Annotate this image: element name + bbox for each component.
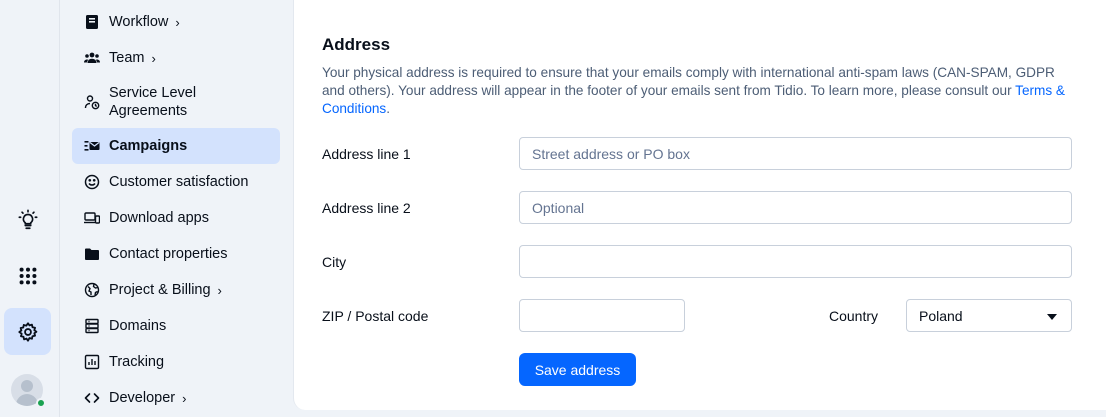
country-label: Country [829,308,879,324]
nav-item-team[interactable]: Team › [72,40,280,76]
sla-icon [84,94,100,110]
address-panel: Address Your physical address is require… [293,0,1106,410]
domains-icon [84,318,100,334]
nav-item-workflow[interactable]: Workflow › [72,4,280,40]
chevron-right-icon: › [151,50,156,66]
chevron-right-icon: › [175,14,180,30]
city-label: City [322,254,347,270]
nav-item-campaigns[interactable]: Campaigns [72,128,280,164]
icon-rail [0,0,60,417]
zip-input[interactable] [519,299,685,332]
country-select[interactable]: Poland [906,299,1072,332]
nav-item-developer[interactable]: Developer › [72,380,280,416]
nav-item-label: Customer satisfaction [109,174,249,190]
nav-item-sla[interactable]: Service Level Agreements [72,80,280,124]
nav-item-label: Contact properties [109,246,228,262]
save-address-button[interactable]: Save address [519,353,636,386]
nav-item-download-apps[interactable]: Download apps [72,200,280,236]
settings-nav: Workflow › Team › Service Level Agreemen… [61,0,293,417]
apps-grid-icon[interactable] [4,252,51,299]
nav-item-project-billing[interactable]: Project & Billing › [72,272,280,308]
nav-item-tracking[interactable]: Tracking [72,344,280,380]
nav-item-domains[interactable]: Domains [72,308,280,344]
section-title: Address [322,35,391,54]
city-input[interactable] [519,245,1072,278]
online-status-dot [36,398,46,408]
description-end: . [386,101,391,116]
address-line1-input[interactable] [519,137,1072,170]
nav-item-label: Project & Billing [109,282,211,298]
code-icon [84,390,100,406]
settings-gear-icon[interactable] [4,308,51,355]
smiley-icon [84,174,100,190]
team-icon [84,50,100,66]
workflow-icon [84,14,100,30]
nav-item-label: Tracking [109,354,165,370]
nav-item-label: Domains [109,318,167,334]
nav-item-label: Workflow [109,14,169,30]
nav-item-label: Developer [109,390,176,406]
nav-item-label: Team [109,50,145,66]
panel-bottom-edge [293,410,1106,417]
description-text: Your physical address is required to ens… [322,65,1055,98]
caret-down-icon [1047,314,1057,320]
nav-item-label: Service Level Agreements [109,85,197,119]
globe-icon [84,282,100,298]
lightbulb-icon[interactable] [4,196,51,243]
country-value: Poland [919,307,963,324]
address-line1-label: Address line 1 [322,146,411,162]
address-line2-input[interactable] [519,191,1072,224]
folder-icon [84,246,100,262]
chevron-right-icon: › [182,390,187,406]
zip-label: ZIP / Postal code [322,308,429,324]
campaigns-icon [84,138,100,154]
address-line2-label: Address line 2 [322,200,411,216]
nav-item-customer-satisfaction[interactable]: Customer satisfaction [72,164,280,200]
devices-icon [84,210,100,226]
address-description: Your physical address is required to ens… [322,64,1072,118]
nav-item-label: Campaigns [109,138,188,154]
nav-item-contact-properties[interactable]: Contact properties [72,236,280,272]
chevron-right-icon: › [217,282,222,298]
nav-item-label: Download apps [109,210,209,226]
chart-icon [84,354,100,370]
